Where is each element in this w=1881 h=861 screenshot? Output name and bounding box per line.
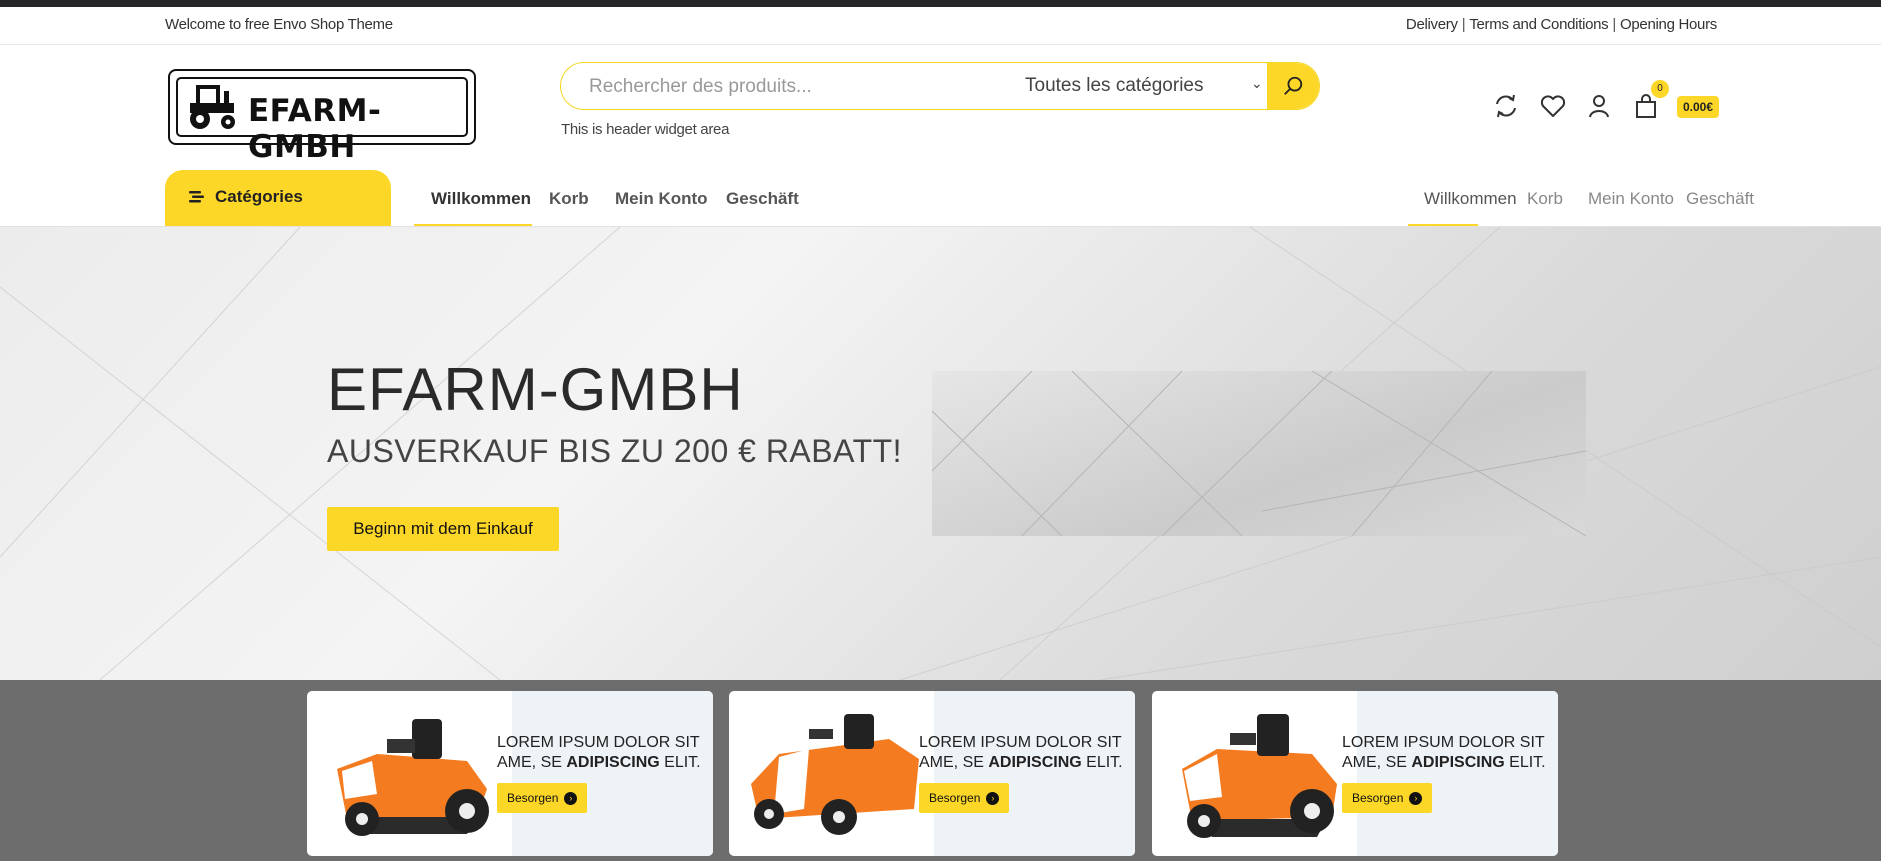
promo-line2-pre: AME, SE xyxy=(497,754,567,771)
hero-subtitle: AUSVERKAUF BIS ZU 200 € RABATT! xyxy=(327,433,903,469)
categories-menu-icon xyxy=(189,191,204,203)
promo-line2-pre: AME, SE xyxy=(919,754,989,771)
promo-line1: LOREM IPSUM DOLOR SIT xyxy=(919,734,1122,751)
promo-line2-bold: ADIPISCING xyxy=(566,754,660,771)
nav-korb[interactable]: Korb xyxy=(549,189,589,209)
chevron-down-icon[interactable]: ⌄ xyxy=(1251,75,1263,92)
terms-link[interactable]: Terms and Conditions xyxy=(1469,16,1608,33)
site-logo[interactable]: EFARM-GMBH xyxy=(168,69,476,165)
arrow-right-circle-icon: › xyxy=(564,791,578,805)
opening-hours-link[interactable]: Opening Hours xyxy=(1620,16,1717,33)
header-widget-text: This is header widget area xyxy=(561,121,730,138)
secondary-nav-geschaeft[interactable]: Geschäft xyxy=(1686,189,1754,209)
active-nav-underline xyxy=(414,224,532,226)
nav-geschaeft[interactable]: Geschäft xyxy=(726,189,799,209)
nav-mein-konto[interactable]: Mein Konto xyxy=(615,189,708,209)
hero-image xyxy=(931,370,1587,537)
arrow-right-circle-icon: › xyxy=(1409,791,1423,805)
promo-line2-post: ELIT. xyxy=(659,754,701,771)
nav-willkommen[interactable]: Willkommen xyxy=(431,189,531,209)
promo-card[interactable]: LOREM IPSUM DOLOR SIT AME, SE ADIPISCING… xyxy=(1152,691,1558,856)
secondary-nav-mein-konto[interactable]: Mein Konto xyxy=(1588,189,1674,209)
promo-line2-post: ELIT. xyxy=(1081,754,1123,771)
promo-button-label: Besorgen xyxy=(929,791,981,805)
search-icon xyxy=(1284,76,1303,95)
logo-text: EFARM-GMBH xyxy=(248,93,382,165)
riding-mower-image xyxy=(751,714,919,835)
riding-mower-image xyxy=(1182,714,1337,838)
top-strip xyxy=(0,0,1881,7)
arrow-right-circle-icon: › xyxy=(986,791,1000,805)
tractor-icon xyxy=(190,85,235,129)
secondary-active-underline xyxy=(1408,224,1478,226)
hero-banner: EFARM-GMBH AUSVERKAUF BIS ZU 200 € RABAT… xyxy=(0,227,1881,680)
promo-line1: LOREM IPSUM DOLOR SIT xyxy=(1342,734,1545,751)
promo-card-panel xyxy=(512,691,713,856)
promo-button-label: Besorgen xyxy=(507,791,559,805)
delivery-link[interactable]: Delivery xyxy=(1406,16,1458,33)
search-bar: Toutes les catégories ⌄ xyxy=(560,62,1320,110)
promo-text: LOREM IPSUM DOLOR SIT AME, SE ADIPISCING… xyxy=(497,733,707,773)
promo-card-panel xyxy=(934,691,1135,856)
wishlist-heart-icon[interactable] xyxy=(1539,92,1567,120)
promo-line1: LOREM IPSUM DOLOR SIT xyxy=(497,734,700,751)
promo-buy-button[interactable]: Besorgen › xyxy=(1342,783,1433,813)
start-shopping-button[interactable]: Beginn mit dem Einkauf xyxy=(327,507,559,551)
promo-card[interactable]: LOREM IPSUM DOLOR SIT AME, SE ADIPISCING… xyxy=(729,691,1135,856)
cart-count-badge: 0 xyxy=(1651,80,1669,98)
account-user-icon[interactable] xyxy=(1585,92,1613,120)
promo-card-panel xyxy=(1357,691,1558,856)
promo-line2-pre: AME, SE xyxy=(1342,754,1412,771)
secondary-nav-willkommen[interactable]: Willkommen xyxy=(1424,189,1517,209)
secondary-nav-korb[interactable]: Korb xyxy=(1527,189,1563,209)
riding-mower-image xyxy=(337,719,489,836)
category-select[interactable]: Toutes les catégories xyxy=(1025,75,1204,97)
compare-icon[interactable] xyxy=(1492,92,1520,120)
promo-card[interactable]: LOREM IPSUM DOLOR SIT AME, SE ADIPISCING… xyxy=(307,691,713,856)
promo-button-label: Besorgen xyxy=(1352,791,1404,805)
top-links: Delivery | Terms and Conditions | Opening Ho… xyxy=(1405,16,1717,33)
search-input[interactable] xyxy=(587,71,971,103)
promo-line2-post: ELIT. xyxy=(1504,754,1546,771)
promo-line2-bold: ADIPISCING xyxy=(1411,754,1505,771)
hero-title: EFARM-GMBH xyxy=(327,356,744,423)
cart-total-price[interactable]: 0.00€ xyxy=(1677,96,1720,118)
promo-text: LOREM IPSUM DOLOR SIT AME, SE ADIPISCING… xyxy=(1342,733,1552,773)
promo-buy-button[interactable]: Besorgen › xyxy=(497,783,588,813)
promo-text: LOREM IPSUM DOLOR SIT AME, SE ADIPISCING… xyxy=(919,733,1129,773)
welcome-text: Welcome to free Envo Shop Theme xyxy=(165,16,393,33)
promo-line2-bold: ADIPISCING xyxy=(988,754,1082,771)
navigation-row: Catégories Willkommen Korb Mein Konto Ge… xyxy=(0,170,1881,227)
top-bar: Welcome to free Envo Shop Theme Delivery… xyxy=(0,7,1881,45)
categories-label: Catégories xyxy=(215,187,303,206)
categories-button[interactable]: Catégories xyxy=(165,170,391,226)
promo-buy-button[interactable]: Besorgen › xyxy=(919,783,1010,813)
search-button[interactable] xyxy=(1267,63,1319,109)
